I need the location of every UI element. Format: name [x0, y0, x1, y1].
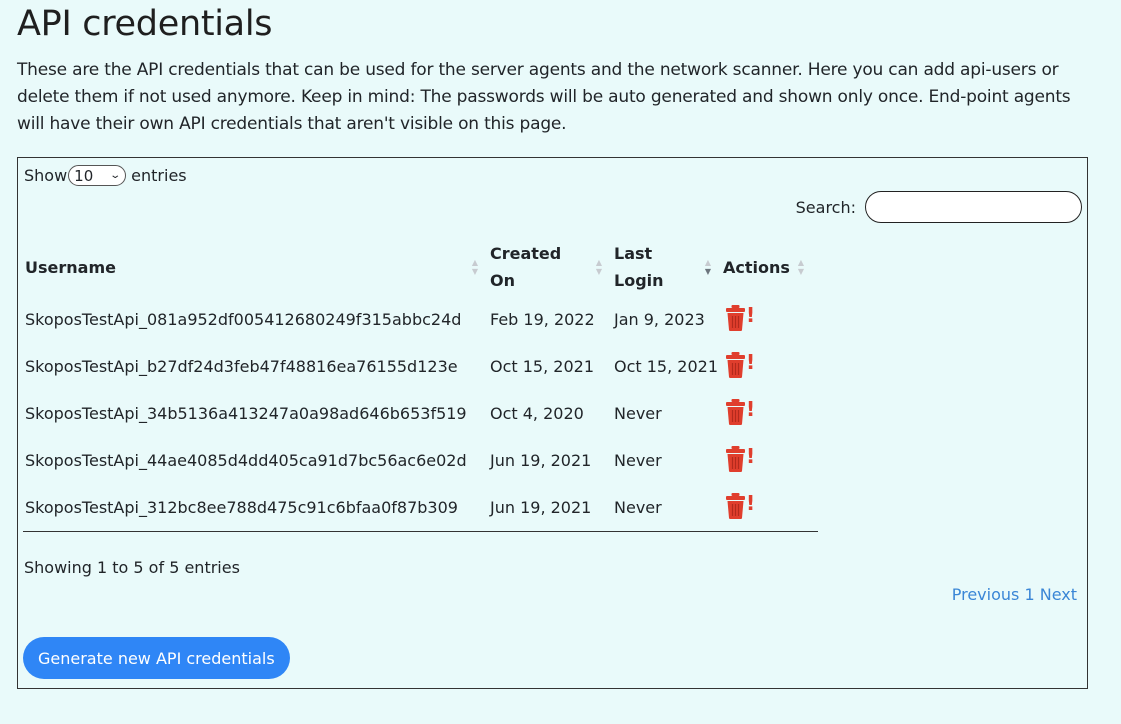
sort-desc-icon: ▲ ▼ — [704, 258, 711, 276]
created-cell: Oct 15, 2021 — [490, 357, 594, 376]
generate-credentials-button[interactable]: Generate new API credentials — [23, 637, 290, 679]
column-header-actions[interactable]: Actions ▲ ▼ — [721, 238, 818, 296]
last-login-cell: Never — [614, 404, 662, 423]
warning-mark: ! — [746, 302, 756, 327]
pagination: Previous 1 Next — [952, 585, 1077, 604]
delete-button[interactable]: ! — [726, 349, 756, 378]
next-page-link[interactable]: Next — [1040, 585, 1077, 604]
actions-cell: ! — [721, 343, 818, 390]
created-cell: Jun 19, 2021 — [490, 451, 592, 470]
sort-icon: ▲ ▼ — [471, 258, 478, 276]
username-cell: SkoposTestApi_34b5136a413247a0a98ad646b6… — [25, 404, 467, 423]
entries-label: entries — [131, 166, 187, 185]
table-info: Showing 1 to 5 of 5 entries — [24, 558, 240, 577]
warning-mark: ! — [746, 396, 756, 421]
table-row: SkoposTestApi_312bc8ee788d475c91c6bfaa0f… — [23, 484, 818, 532]
column-label: Created On — [490, 244, 562, 290]
created-cell: Jun 19, 2021 — [488, 484, 612, 532]
username-cell: SkoposTestApi_081a952df005412680249f315a… — [25, 310, 462, 329]
search-label: Search: — [795, 197, 856, 217]
warning-mark: ! — [746, 443, 756, 468]
actions-cell: ! — [721, 390, 818, 437]
previous-page-link[interactable]: Previous — [952, 585, 1020, 604]
column-header-created-on[interactable]: Created On ▲ ▼ — [488, 238, 612, 296]
table-row: SkoposTestApi_081a952df005412680249f315a… — [23, 296, 818, 343]
warning-mark: ! — [746, 490, 756, 515]
trash-icon — [726, 398, 745, 425]
search-control: Search: — [796, 191, 1082, 223]
credentials-table-panel: Show 10 ⌄ entries Search: Username ▲ ▼ Cr… — [17, 157, 1088, 689]
column-header-username[interactable]: Username ▲ ▼ — [23, 238, 488, 296]
show-label: Show — [24, 166, 68, 185]
warning-mark: ! — [746, 349, 756, 374]
trash-icon — [726, 492, 745, 519]
created-cell: Feb 19, 2022 — [490, 310, 595, 329]
delete-button[interactable]: ! — [726, 396, 756, 425]
actions-cell: ! — [721, 484, 818, 532]
last-login-cell: Never — [614, 451, 662, 470]
trash-icon — [726, 351, 745, 378]
page-link-1[interactable]: 1 — [1024, 585, 1034, 604]
credentials-table: Username ▲ ▼ Created On ▲ ▼ Last Login ▲ ▼ — [23, 238, 818, 532]
username-cell: SkoposTestApi_44ae4085d4dd405ca91d7bc56a… — [25, 451, 467, 470]
column-label: Last Login — [614, 244, 664, 290]
delete-button[interactable]: ! — [726, 302, 756, 331]
page-title: API credentials — [17, 4, 273, 44]
entries-length-control: Show 10 ⌄ entries — [24, 165, 187, 186]
table-header-row: Username ▲ ▼ Created On ▲ ▼ Last Login ▲ ▼ — [23, 238, 818, 296]
table-row: SkoposTestApi_44ae4085d4dd405ca91d7bc56a… — [23, 437, 818, 484]
trash-icon — [726, 304, 745, 331]
search-input[interactable] — [865, 191, 1082, 223]
last-login-cell: Never — [612, 484, 721, 532]
delete-button[interactable]: ! — [726, 443, 756, 472]
entries-select[interactable]: 10 ⌄ — [68, 165, 127, 186]
chevron-down-icon: ⌄ — [109, 170, 121, 181]
column-label: Username — [25, 257, 116, 277]
trash-icon — [726, 445, 745, 472]
username-cell: SkoposTestApi_312bc8ee788d475c91c6bfaa0f… — [23, 484, 488, 532]
table-row: SkoposTestApi_b27df24d3feb47f48816ea7615… — [23, 343, 818, 390]
last-login-cell: Jan 9, 2023 — [614, 310, 705, 329]
sort-icon: ▲ ▼ — [595, 258, 602, 276]
last-login-cell: Oct 15, 2021 — [614, 357, 718, 376]
column-label: Actions — [723, 257, 790, 277]
table-row: SkoposTestApi_34b5136a413247a0a98ad646b6… — [23, 390, 818, 437]
delete-button[interactable]: ! — [726, 490, 756, 519]
page-description: These are the API credentials that can b… — [17, 60, 1071, 134]
actions-cell: ! — [721, 437, 818, 484]
username-cell: SkoposTestApi_b27df24d3feb47f48816ea7615… — [25, 357, 458, 376]
entries-select-value: 10 — [74, 166, 94, 185]
sort-icon: ▲ ▼ — [797, 258, 804, 276]
actions-cell: ! — [721, 296, 818, 343]
created-cell: Oct 4, 2020 — [490, 404, 584, 423]
column-header-last-login[interactable]: Last Login ▲ ▼ — [612, 238, 721, 296]
